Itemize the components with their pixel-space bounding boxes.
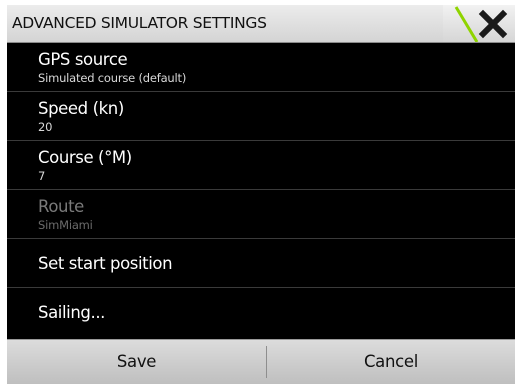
close-icon [443,5,515,42]
setting-label: Route [38,197,84,216]
cancel-button[interactable]: Cancel [267,340,515,384]
setting-value: 7 [38,169,46,183]
close-button[interactable] [443,5,515,42]
settings-list: GPS source Simulated course (default) Sp… [7,43,515,337]
setting-set-start-position[interactable]: Set start position [7,239,515,288]
setting-label: Sailing... [38,303,106,322]
advanced-simulator-settings-dialog: ADVANCED SIMULATOR SETTINGS GPS source S… [7,5,515,384]
setting-route: Route SimMiami [7,190,515,239]
dialog-title: ADVANCED SIMULATOR SETTINGS [12,14,267,32]
setting-value: SimMiami [38,218,93,232]
setting-speed[interactable]: Speed (kn) 20 [7,92,515,141]
title-bar: ADVANCED SIMULATOR SETTINGS [7,5,515,43]
setting-label: Speed (kn) [38,99,124,118]
setting-sailing[interactable]: Sailing... [7,288,515,337]
save-button[interactable]: Save [7,340,266,384]
setting-label: GPS source [38,50,128,69]
setting-label: Set start position [38,254,173,273]
setting-value: Simulated course (default) [38,71,187,85]
setting-value: 20 [38,120,53,134]
setting-label: Course (°M) [38,148,132,167]
setting-gps-source[interactable]: GPS source Simulated course (default) [7,43,515,92]
setting-course[interactable]: Course (°M) 7 [7,141,515,190]
dialog-footer: Save Cancel [7,339,515,384]
